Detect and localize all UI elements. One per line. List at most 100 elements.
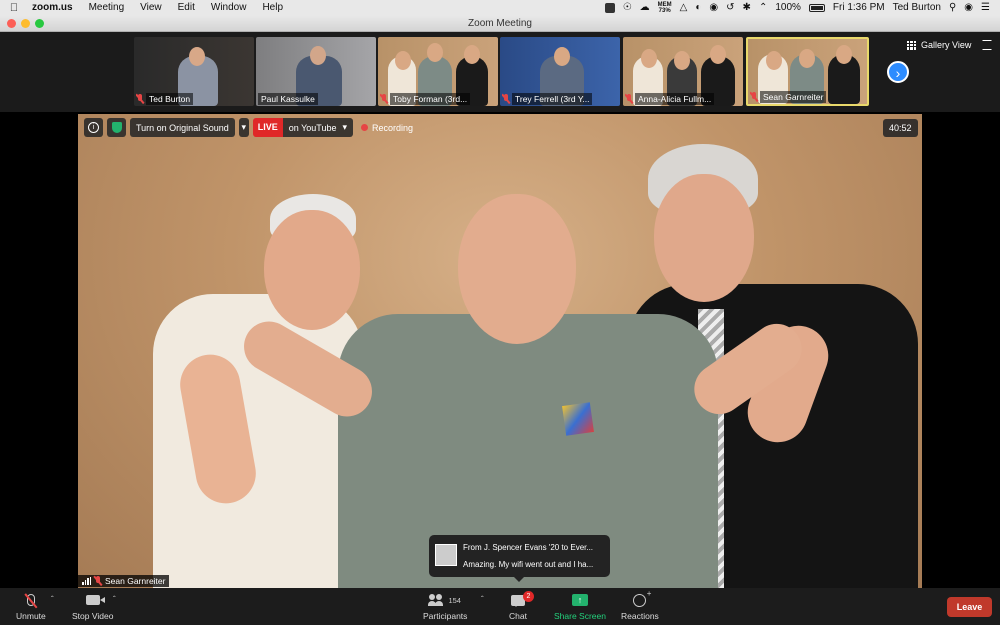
share-screen-button[interactable]: ↑ Share Screen	[554, 592, 606, 621]
meeting-timer: 40:52	[883, 119, 918, 137]
chat-button[interactable]: 2 Chat	[509, 590, 534, 621]
recording-indicator[interactable]: Recording	[357, 123, 413, 133]
main-video-area: i Turn on Original Sound ▾ LIVE on YouTu…	[0, 112, 1000, 588]
menu-meeting[interactable]: Meeting	[81, 2, 133, 13]
tile-name: Anna-Alicia Fullm...	[635, 93, 715, 105]
participant-head	[464, 45, 480, 64]
chat-label: Chat	[509, 611, 527, 621]
tile-name: Toby Forman (3rd...	[390, 93, 471, 105]
active-speaker-name: Sean Garnreiter	[105, 576, 166, 586]
zoom-window-button[interactable]	[35, 19, 44, 28]
window-controls	[7, 19, 44, 28]
original-sound-caret[interactable]: ▾	[238, 118, 249, 137]
chat-notification-from: From J. Spencer Evans '20 to Ever...	[463, 543, 594, 552]
menu-help[interactable]: Help	[254, 2, 291, 13]
security-button[interactable]	[107, 118, 126, 137]
participant-tile-paul-kassulke[interactable]: Paul Kassulke	[256, 37, 376, 106]
participants-button[interactable]: 154 Participants	[423, 592, 467, 621]
menu-view[interactable]: View	[132, 2, 170, 13]
chevron-down-icon: ▾	[241, 122, 246, 132]
participant-head	[554, 47, 570, 66]
reactions-button[interactable]: Reactions	[621, 589, 659, 622]
fullscreen-icon[interactable]	[982, 40, 992, 50]
signal-strength-icon	[82, 577, 91, 585]
chat-notification[interactable]: From J. Spencer Evans '20 to Ever... Ama…	[429, 535, 610, 582]
status-area: ☉ ☁ MEM 73% △ ◐ ◉ ↺ ✱ ⌃ 100% Fri 1:36 PM …	[604, 2, 1000, 14]
participant-tile-anna-alicia[interactable]: Anna-Alicia Fullm...	[623, 37, 743, 106]
participant-tile-toby-forman[interactable]: Toby Forman (3rd...	[378, 37, 498, 106]
control-center-icon[interactable]: ☰	[981, 2, 990, 13]
spiral-icon[interactable]: ☉	[623, 2, 632, 13]
video-top-bar: i Turn on Original Sound ▾ LIVE on YouTu…	[84, 118, 413, 137]
wifi-icon[interactable]: ⌃	[759, 2, 767, 13]
unmute-button[interactable]: Unmute	[16, 592, 46, 621]
bluetooth-icon[interactable]: ✱	[743, 2, 751, 13]
chat-notification-message: Amazing. My wifi went out and I ha...	[463, 560, 594, 569]
live-stream-indicator[interactable]: LIVE on YouTube ▾	[252, 118, 353, 137]
mic-muted-icon	[750, 92, 758, 102]
tile-name: Ted Burton	[146, 93, 194, 105]
live-target-label: on YouTube	[288, 122, 337, 133]
time-machine-icon[interactable]: ↺	[726, 2, 734, 13]
menu-edit[interactable]: Edit	[170, 2, 203, 13]
participant-tile-sean-garnreiter[interactable]: Sean Garnreiter	[746, 37, 869, 106]
next-page-button[interactable]: ›	[887, 61, 909, 83]
participant-head	[766, 51, 782, 70]
tile-name-tag: Anna-Alicia Fullm...	[625, 93, 741, 105]
original-sound-button[interactable]: Turn on Original Sound	[130, 118, 235, 137]
tile-name-tag: Paul Kassulke	[258, 93, 374, 105]
info-icon: i	[88, 122, 99, 133]
tile-name-tag: Ted Burton	[136, 93, 252, 105]
delta-icon[interactable]: △	[680, 2, 688, 13]
minimize-window-button[interactable]	[21, 19, 30, 28]
participant-tile-trey-ferrell[interactable]: Trey Ferrell (3rd Y...	[500, 37, 620, 106]
notification-icon[interactable]: ◉	[709, 2, 718, 13]
active-speaker-name-tag: Sean Garnreiter	[78, 575, 170, 587]
chevron-down-icon: ▾	[342, 122, 347, 132]
video-camera-icon	[85, 595, 105, 605]
participant-tile-ted-burton[interactable]: Ted Burton	[134, 37, 254, 106]
stop-video-button[interactable]: Stop Video	[72, 592, 113, 621]
leave-meeting-button[interactable]: Leave	[947, 597, 992, 617]
live-target-button[interactable]: on YouTube ▾	[282, 118, 353, 137]
video-options-caret[interactable]: ˆ	[113, 595, 116, 604]
chat-unread-badge: 2	[522, 590, 534, 602]
close-window-button[interactable]	[7, 19, 16, 28]
memory-meter[interactable]: MEM 73%	[658, 2, 672, 14]
unmute-label: Unmute	[16, 611, 46, 621]
contrast-icon[interactable]: ◐	[695, 2, 701, 13]
original-sound-label: Turn on Original Sound	[136, 122, 229, 133]
share-screen-icon: ↑	[571, 594, 588, 606]
user-name[interactable]: Ted Burton	[893, 2, 941, 13]
participant-head	[674, 51, 690, 70]
tile-name: Sean Garnreiter	[760, 91, 827, 103]
participant-head	[395, 51, 411, 70]
apple-icon[interactable]: 	[0, 2, 28, 14]
zoom-tray-icon[interactable]	[604, 2, 615, 13]
recording-label: Recording	[372, 122, 414, 133]
reactions-label: Reactions	[621, 611, 659, 621]
tile-name-tag: Sean Garnreiter	[750, 91, 865, 103]
spotlight-icon[interactable]: ⚲	[949, 2, 956, 13]
stop-video-label: Stop Video	[72, 611, 114, 621]
cloud-icon[interactable]: ☁	[640, 2, 650, 13]
live-badge: LIVE	[252, 118, 283, 137]
battery-icon[interactable]	[808, 3, 825, 12]
battery-percent[interactable]: 100%	[775, 2, 801, 13]
sender-avatar	[435, 544, 457, 566]
logo-patch-icon	[562, 402, 594, 436]
gallery-view-button[interactable]: Gallery View	[907, 40, 971, 50]
mic-muted-icon	[136, 94, 144, 104]
menu-app-name[interactable]: zoom.us	[28, 2, 81, 13]
mic-muted-icon	[94, 576, 102, 586]
gallery-view-label: Gallery View	[921, 40, 972, 50]
window-title: Zoom Meeting	[468, 18, 532, 29]
siri-icon[interactable]: ◉	[964, 2, 973, 13]
gallery-strip: Ted Burton Paul Kassulke Toby Forman (3r…	[0, 32, 1000, 112]
clock[interactable]: Fri 1:36 PM	[833, 2, 885, 13]
menu-window[interactable]: Window	[203, 2, 255, 13]
mic-muted-icon	[502, 94, 510, 104]
participants-options-caret[interactable]: ˆ	[481, 595, 484, 604]
meeting-info-button[interactable]: i	[84, 118, 103, 137]
audio-options-caret[interactable]: ˆ	[51, 595, 54, 604]
